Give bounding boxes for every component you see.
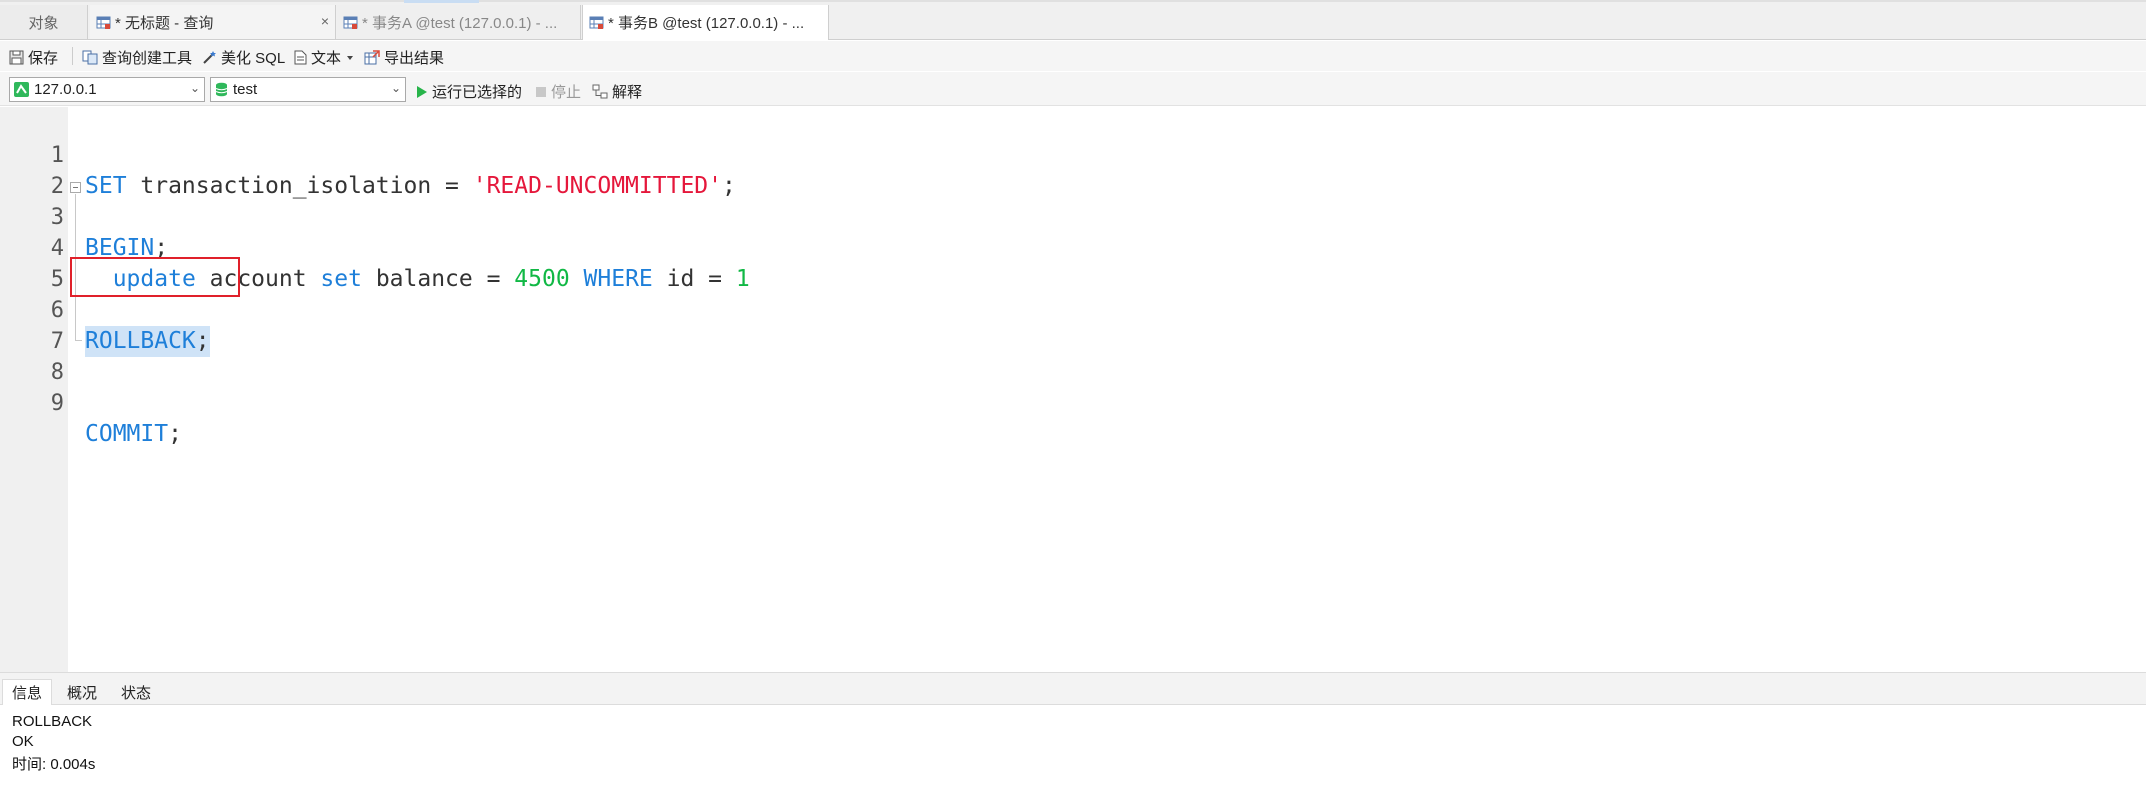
code-text: COMMIT;	[85, 419, 182, 450]
result-tabs: 信息 概况 状态	[0, 673, 2146, 705]
explain-button[interactable]: 解释	[592, 81, 642, 102]
export-results-button[interactable]: 导出结果	[364, 47, 444, 68]
code-line-6: 6 ROLLBACK;	[0, 264, 2146, 357]
tab-transaction-a[interactable]: * 事务A @test (127.0.0.1) - ...	[337, 5, 581, 39]
connection-select[interactable]: 127.0.0.1 ⌄	[9, 77, 205, 102]
tab-profile[interactable]: 概况	[56, 679, 108, 705]
query-table-icon	[343, 16, 358, 29]
stop-label: 停止	[551, 84, 582, 101]
highlight-box	[70, 257, 240, 297]
run-selected-button[interactable]: 运行已选择的	[416, 81, 522, 102]
top-border	[0, 0, 2146, 2]
code-line-4: 4 update account set balance = 4500 WHER…	[0, 202, 2146, 292]
fold-guide-end	[75, 340, 82, 341]
chevron-down-icon: ⌄	[189, 81, 200, 95]
code-line-9: 9 COMMIT;	[0, 357, 2146, 447]
sql-editor[interactable]: 1 SET transaction_isolation = 'READ-UNCO…	[0, 107, 2146, 672]
result-message: OK	[12, 733, 34, 750]
explain-icon	[592, 84, 608, 99]
magic-wand-icon	[203, 51, 216, 64]
query-builder-label: 查询创建工具	[102, 50, 193, 67]
query-table-icon	[96, 16, 111, 29]
tab-info-label: 信息	[11, 685, 42, 702]
close-icon[interactable]: ×	[321, 13, 329, 29]
fold-toggle-icon[interactable]	[70, 182, 81, 193]
code-line-1: 1 SET transaction_isolation = 'READ-UNCO…	[0, 109, 2146, 199]
save-icon	[9, 50, 24, 65]
save-label: 保存	[28, 50, 59, 67]
tab-status[interactable]: 状态	[110, 679, 162, 705]
database-value: test	[233, 81, 258, 98]
text-label: 文本	[311, 50, 342, 67]
text-button[interactable]: 文本	[294, 47, 359, 68]
chevron-down-icon: ⌄	[390, 81, 401, 95]
play-icon	[417, 85, 427, 98]
tab-transaction-b[interactable]: * 事务B @test (127.0.0.1) - ...	[582, 5, 829, 40]
mysql-connection-icon	[14, 82, 29, 97]
result-panel: 信息 概况 状态 ROLLBACK OK 时间: 0.004s	[0, 672, 2146, 785]
tab-objects[interactable]: 对象	[0, 5, 88, 39]
save-button[interactable]: 保存	[9, 47, 58, 68]
beautify-sql-label: 美化 SQL	[221, 50, 286, 67]
tab-label: * 事务A @test (127.0.0.1) - ...	[362, 14, 558, 32]
connection-value: 127.0.0.1	[34, 81, 97, 98]
database-icon	[215, 82, 228, 97]
beautify-sql-button[interactable]: 美化 SQL	[202, 47, 285, 68]
query-table-icon	[589, 16, 604, 29]
result-message: ROLLBACK	[12, 713, 93, 730]
explain-label: 解释	[612, 84, 643, 101]
code-line-3: 3 BEGIN;	[0, 171, 2146, 261]
result-message: 时间: 0.004s	[12, 756, 96, 773]
top-accent-line	[404, 0, 479, 3]
code-line-5: 5	[0, 233, 2146, 292]
plain-token: ;	[168, 421, 182, 447]
tab-label: * 事务B @test (127.0.0.1) - ...	[608, 15, 805, 32]
document-icon	[294, 50, 307, 65]
query-builder-icon	[82, 50, 98, 65]
code-line-2: 2	[0, 140, 2146, 199]
toolbar-divider	[72, 47, 73, 65]
query-builder-button[interactable]: 查询创建工具	[82, 47, 192, 68]
line-number: 9	[50, 391, 64, 416]
stop-button[interactable]: 停止	[535, 81, 581, 102]
stop-icon	[536, 86, 546, 97]
database-select[interactable]: test ⌄	[210, 77, 406, 102]
tab-info[interactable]: 信息	[2, 679, 52, 705]
code-line-7: 7	[0, 295, 2146, 354]
dropdown-arrow-icon[interactable]	[345, 54, 355, 62]
export-icon	[364, 50, 380, 65]
tab-profile-label: 概况	[66, 684, 97, 702]
tab-label: * 无标题 - 查询	[115, 14, 214, 32]
tab-bar: 对象 * 无标题 - 查询 × * 事务A @test (127.0.0.1) …	[0, 0, 2146, 40]
run-selected-label: 运行已选择的	[432, 84, 523, 101]
tab-status-label: 状态	[120, 684, 151, 702]
tab-objects-label: 对象	[28, 14, 59, 32]
tab-untitled-query[interactable]: * 无标题 - 查询 ×	[90, 5, 336, 39]
keyword-token: COMMIT	[85, 421, 169, 447]
export-results-label: 导出结果	[384, 50, 445, 67]
code-line-8: 8	[0, 326, 2146, 385]
